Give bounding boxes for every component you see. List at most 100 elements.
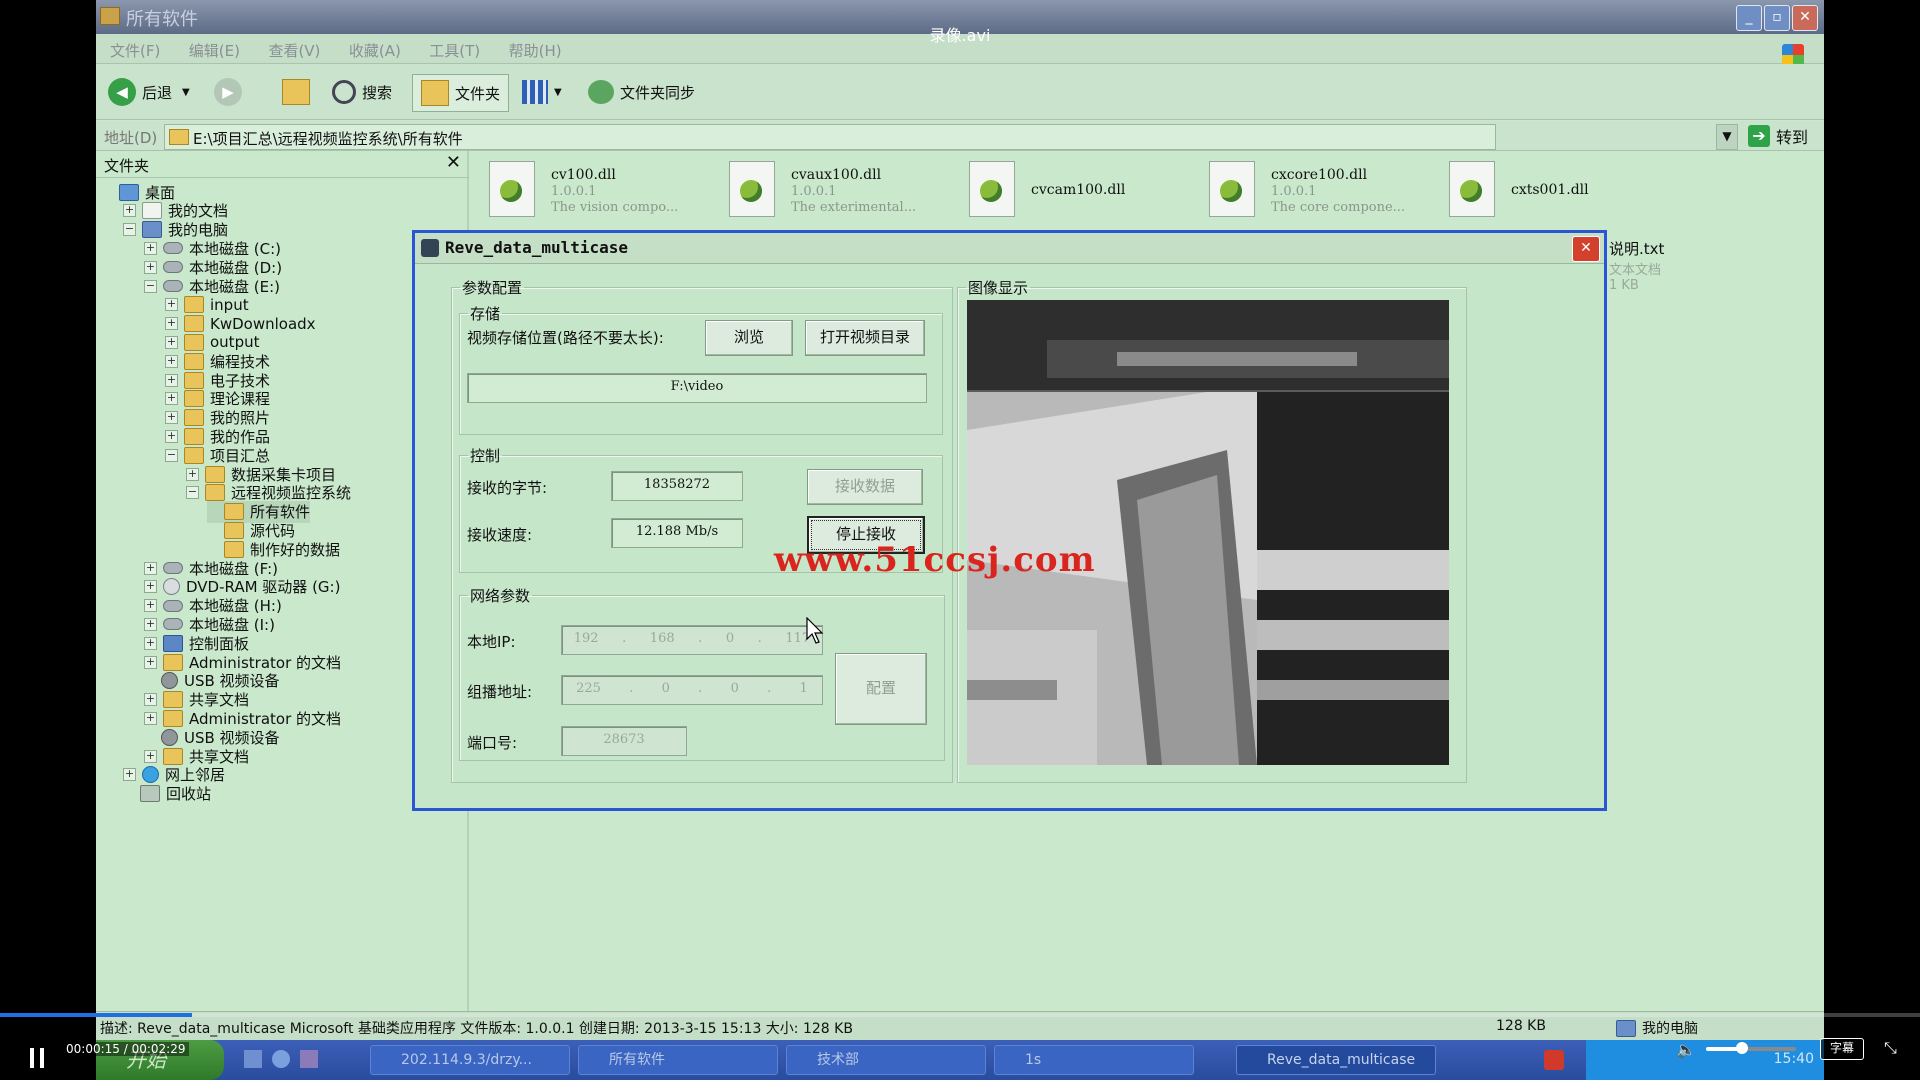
camera-frame [967,300,1449,765]
taskbar-item[interactable]: 所有软件 [578,1045,778,1075]
search-label: 搜索 [362,83,393,102]
ip-octet: 225 [576,681,601,696]
ip-octet: 0 [730,681,739,696]
expand-toggle-icon[interactable]: + [186,467,199,481]
tree-item[interactable]: 回收站 [123,783,211,805]
dialog-title-bar[interactable]: Reve_data_multicase ✕ [415,233,1604,264]
folder-icon [184,390,204,408]
file-version: 1.0.0.1 [791,184,837,199]
volume-icon[interactable]: 🔈 [1676,1040,1696,1059]
quick-launch-icon[interactable] [272,1050,290,1068]
quick-launch-icon[interactable] [300,1050,318,1068]
volume-knob[interactable] [1736,1042,1748,1054]
open-video-dir-button[interactable]: 打开视频目录 [805,320,925,356]
file-item[interactable]: cvaux100.dll 1.0.0.1 The exterimental... [729,157,969,221]
config-button[interactable]: 配置 [835,653,927,725]
taskbar-item[interactable]: 技术部 [786,1045,986,1075]
port-field[interactable]: 28673 [561,726,687,756]
documents-icon [142,202,162,220]
file-item[interactable]: cxcore100.dll 1.0.0.1 The core compone..… [1209,157,1449,221]
expand-toggle-icon[interactable]: + [144,636,157,650]
expand-toggle-icon[interactable]: − [123,223,136,237]
expand-toggle-icon[interactable]: + [144,580,157,594]
search-button[interactable]: 搜索 [332,74,392,110]
up-folder-button[interactable] [282,74,316,110]
pause-button[interactable] [28,1048,48,1070]
views-icon [522,80,548,104]
folders-button[interactable]: 文件夹 [412,74,510,112]
address-input[interactable]: E:\项目汇总\远程视频监控系统\所有软件 [164,124,1496,150]
browse-button[interactable]: 浏览 [705,320,793,356]
expand-toggle-icon[interactable]: + [144,655,157,669]
receive-data-button[interactable]: 接收数据 [807,469,923,505]
progress-track[interactable] [0,1013,1920,1017]
storage-path-field[interactable]: F:\video [467,373,927,403]
expand-toggle-icon[interactable]: + [123,204,136,218]
address-value: E:\项目汇总\远程视频监控系统\所有软件 [193,130,463,148]
drive-icon [163,599,183,612]
file-item[interactable]: cvcam100.dll [969,157,1209,221]
subtitles-button[interactable]: 字幕 [1820,1038,1864,1060]
expand-toggle-icon[interactable]: + [144,693,157,707]
txt-file-item[interactable]: 说明.txt 文本文档 1 KB [1609,238,1729,293]
clock: 15:40 [1773,1051,1814,1067]
toolbar: ◀ 后退 ▼ ▶ 搜索 文件夹 ▼ 文件夹同步 [96,64,1824,120]
folder-icon [184,352,204,370]
progress-fill [0,1013,192,1017]
quick-launch-icon[interactable] [244,1050,262,1068]
expand-toggle-icon[interactable]: + [123,768,136,782]
dll-file-icon [969,161,1015,217]
forward-button[interactable]: ▶ [214,74,248,110]
close-pane-icon[interactable]: ✕ [446,152,461,173]
forward-arrow-icon: ▶ [214,78,242,106]
network-group-title: 网络参数 [470,587,531,605]
tray-app-icon[interactable] [1544,1050,1564,1070]
expand-toggle-icon[interactable]: + [144,711,157,725]
file-item[interactable]: cxts001.dll [1449,157,1689,221]
dropdown-arrow-icon[interactable]: ▼ [182,87,190,98]
status-location: 我的电脑 [1616,1018,1698,1038]
local-ip-field[interactable]: 192. 168. 0. 117 [561,625,823,655]
dialog-close-button[interactable]: ✕ [1572,236,1600,262]
expand-toggle-icon[interactable]: + [165,392,178,406]
address-dropdown-button[interactable]: ▼ [1716,124,1738,150]
file-description: The vision compo... [551,200,679,215]
ip-octet: 1 [799,681,808,696]
expand-toggle-icon[interactable]: + [144,241,157,255]
go-arrow-icon: ➔ [1748,125,1770,147]
views-button[interactable]: ▼ [522,74,562,110]
folder-icon [163,653,183,671]
multicast-address-field[interactable]: 225. 0. 0. 1 [561,675,823,705]
go-button[interactable]: ➔ 转到 [1748,121,1820,151]
folder-sync-button[interactable]: 文件夹同步 [588,74,695,110]
expand-toggle-icon[interactable]: − [144,279,157,293]
expand-toggle-icon[interactable]: + [165,298,178,312]
desktop-icon [119,183,139,201]
address-label: 地址(D) [104,129,158,147]
expand-toggle-icon[interactable]: + [165,411,178,425]
expand-toggle-icon[interactable]: + [165,354,178,368]
folder-icon [184,296,204,314]
tree-item-label: 回收站 [166,785,212,804]
expand-toggle-icon[interactable]: + [165,335,178,349]
taskbar-item-active[interactable]: Reve_data_multicase [1236,1045,1436,1075]
file-item[interactable]: cv100.dll 1.0.0.1 The vision compo... [489,157,729,221]
expand-toggle-icon[interactable]: + [144,749,157,763]
expand-toggle-icon[interactable]: − [186,486,199,500]
expand-toggle-icon[interactable]: + [144,599,157,613]
expand-toggle-icon[interactable]: + [144,260,157,274]
expand-toggle-icon[interactable]: + [144,617,157,631]
back-button[interactable]: ◀ 后退 ▼ [108,74,190,110]
status-size: 128 KB [1496,1018,1546,1034]
app-icon [421,239,439,257]
taskbar-item[interactable]: 202.114.9.3/drzy... [370,1045,570,1075]
file-name: cvaux100.dll [791,167,882,183]
expand-toggle-icon[interactable]: + [165,373,178,387]
exit-fullscreen-icon[interactable]: ⤡ [1884,1038,1897,1058]
folder-icon [163,691,183,709]
expand-toggle-icon[interactable]: + [165,317,178,331]
expand-toggle-icon[interactable]: + [165,429,178,443]
taskbar-item[interactable]: 1s [994,1045,1194,1075]
expand-toggle-icon[interactable]: − [165,448,178,462]
expand-toggle-icon[interactable]: + [144,561,157,575]
